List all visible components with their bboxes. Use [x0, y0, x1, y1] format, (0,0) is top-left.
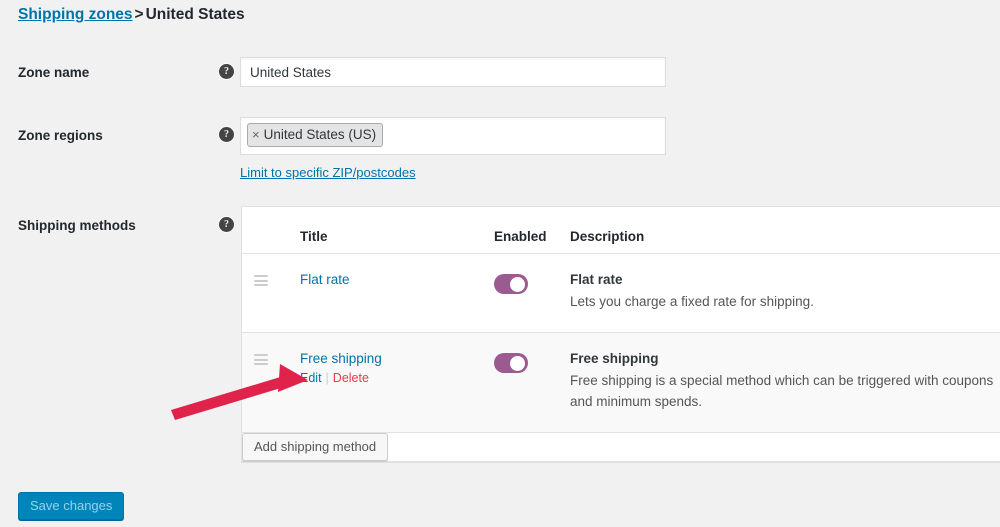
column-header-handle: [242, 207, 300, 254]
zone-regions-label: Zone regions: [18, 128, 103, 143]
add-shipping-method-button[interactable]: Add shipping method: [242, 433, 389, 461]
table-footer-row: Add shipping method: [242, 432, 1000, 462]
shipping-methods-panel: Title Enabled Description Flat rate Flat…: [241, 206, 1000, 463]
enabled-toggle-flat-rate[interactable]: [494, 274, 528, 294]
enabled-toggle-free-shipping[interactable]: [494, 353, 528, 373]
row-enabled-cell: [494, 332, 570, 433]
row-description-cell: Flat rate Lets you charge a fixed rate f…: [570, 253, 1000, 333]
row-actions: Edit | Delete: [300, 371, 494, 385]
table-row: Free shipping Edit | Delete Free shippin…: [242, 332, 1000, 433]
breadcrumb: Shipping zones > United States: [18, 6, 245, 24]
breadcrumb-current-zone: United States: [145, 6, 245, 23]
remove-region-icon[interactable]: ×: [252, 125, 260, 144]
help-icon[interactable]: ?: [219, 64, 234, 79]
action-separator: |: [325, 371, 329, 385]
add-method-cell: Add shipping method: [242, 432, 1000, 462]
breadcrumb-link-shipping-zones[interactable]: Shipping zones: [18, 6, 133, 23]
help-icon[interactable]: ?: [219, 127, 234, 142]
zone-regions-select[interactable]: × United States (US): [240, 117, 666, 155]
table-header-row: Title Enabled Description: [242, 207, 1000, 254]
shipping-methods-label: Shipping methods: [18, 218, 136, 233]
shipping-method-link-free-shipping[interactable]: Free shipping: [300, 351, 382, 366]
description-body: Lets you charge a fixed rate for shippin…: [570, 294, 814, 309]
delete-link[interactable]: Delete: [333, 371, 369, 385]
row-title-cell: Free shipping Edit | Delete: [300, 332, 494, 433]
row-handle-cell: [242, 253, 300, 333]
row-description-cell: Free shipping Free shipping is a special…: [570, 332, 1000, 433]
zone-name-input[interactable]: [240, 57, 666, 87]
shipping-method-link-flat-rate[interactable]: Flat rate: [300, 272, 350, 287]
zone-name-label: Zone name: [18, 65, 90, 80]
drag-handle-icon[interactable]: [254, 354, 268, 365]
description-title: Free shipping: [570, 351, 659, 366]
table-row: Flat rate Flat rate Lets you charge a fi…: [242, 253, 1000, 333]
region-tag-united-states[interactable]: × United States (US): [247, 123, 384, 147]
toggle-knob: [510, 355, 525, 371]
save-changes-button[interactable]: Save changes: [18, 492, 125, 520]
column-header-enabled: Enabled: [494, 207, 570, 254]
drag-handle-icon[interactable]: [254, 275, 268, 286]
row-enabled-cell: [494, 253, 570, 333]
row-handle-cell: [242, 332, 300, 433]
column-header-description: Description: [570, 207, 1000, 254]
column-header-title: Title: [300, 207, 494, 254]
limit-zip-postcodes-link[interactable]: Limit to specific ZIP/postcodes: [240, 165, 416, 180]
description-body: Free shipping is a special method which …: [570, 373, 994, 409]
description-title: Flat rate: [570, 272, 623, 287]
breadcrumb-separator: >: [134, 6, 144, 23]
shipping-methods-table: Title Enabled Description Flat rate Flat…: [242, 207, 1000, 462]
region-tag-label: United States (US): [263, 127, 377, 142]
edit-link[interactable]: Edit: [300, 371, 322, 385]
help-icon[interactable]: ?: [219, 217, 234, 232]
toggle-knob: [510, 276, 525, 292]
row-title-cell: Flat rate: [300, 253, 494, 333]
